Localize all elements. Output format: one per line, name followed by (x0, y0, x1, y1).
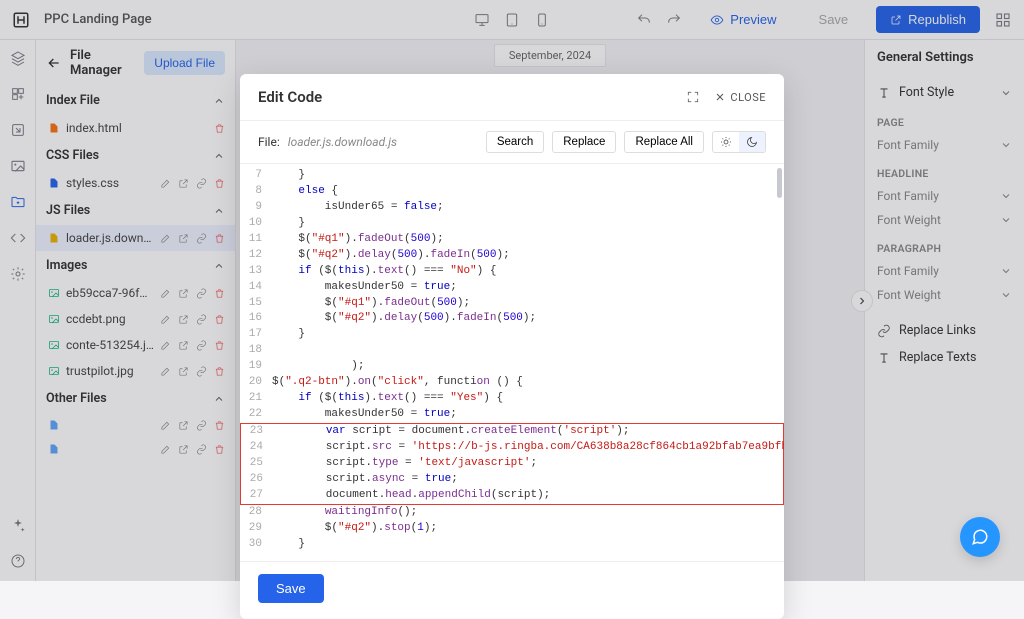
code-line[interactable]: 23 var script = document.createElement('… (241, 424, 783, 440)
code-line[interactable]: 25 script.type = 'text/javascript'; (241, 456, 783, 472)
modal-save-button[interactable]: Save (258, 574, 324, 603)
code-line[interactable]: 18 (240, 343, 784, 359)
code-line[interactable]: 9 isUnder65 = false; (240, 200, 784, 216)
code-line[interactable]: 24 script.src = 'https://b-js.ringba.com… (241, 440, 783, 456)
search-button[interactable]: Search (486, 131, 544, 153)
edit-code-modal: Edit Code CLOSE File: loader.js.download… (240, 74, 784, 619)
theme-toggle[interactable] (712, 131, 766, 153)
help-chat-button[interactable] (960, 517, 1000, 557)
close-icon (714, 91, 726, 103)
code-line[interactable]: 22 makesUnder50 = true; (240, 407, 784, 423)
code-line[interactable]: 29 $("#q2").stop(1); (240, 521, 784, 537)
modal-overlay: Edit Code CLOSE File: loader.js.download… (0, 0, 1024, 581)
modal-title: Edit Code (258, 88, 672, 106)
code-line[interactable]: 30 } (240, 537, 784, 553)
code-editor[interactable]: 7 }8 else {9 isUnder65 = false;10 }11 $(… (240, 164, 784, 561)
replace-all-button[interactable]: Replace All (624, 131, 704, 153)
close-button[interactable]: CLOSE (714, 91, 766, 104)
code-line[interactable]: 26 script.async = true; (241, 472, 783, 488)
code-line[interactable]: 11 $("#q1").fadeOut(500); (240, 232, 784, 248)
code-line[interactable]: 17 } (240, 327, 784, 343)
file-name: loader.js.download.js (288, 135, 478, 149)
code-line[interactable]: 16 $("#q2").delay(500).fadeIn(500); (240, 311, 784, 327)
code-line[interactable]: 21 if ($(this).text() === "Yes") { (240, 391, 784, 407)
code-line[interactable]: 7 } (240, 168, 784, 184)
file-label: File: (258, 135, 280, 149)
code-line[interactable]: 14 makesUnder50 = true; (240, 280, 784, 296)
code-line[interactable]: 13 if ($(this).text() === "No") { (240, 264, 784, 280)
dark-theme-icon[interactable] (739, 132, 765, 152)
code-line[interactable]: 19 ); (240, 359, 784, 375)
code-line[interactable]: 27 document.head.appendChild(script); (241, 488, 783, 504)
code-line[interactable]: 15 $("#q1").fadeOut(500); (240, 296, 784, 312)
code-line[interactable]: 12 $("#q2").delay(500).fadeIn(500); (240, 248, 784, 264)
code-line[interactable]: 8 else { (240, 184, 784, 200)
expand-icon[interactable] (686, 90, 700, 104)
scrollbar-thumb[interactable] (777, 168, 782, 198)
light-theme-icon[interactable] (713, 132, 739, 152)
code-line[interactable]: 28 waitingInfo(); (240, 505, 784, 521)
code-line[interactable]: 20$(".q2-btn").on("click", function () { (240, 375, 784, 391)
replace-button[interactable]: Replace (552, 131, 616, 153)
code-line[interactable]: 10 } (240, 216, 784, 232)
